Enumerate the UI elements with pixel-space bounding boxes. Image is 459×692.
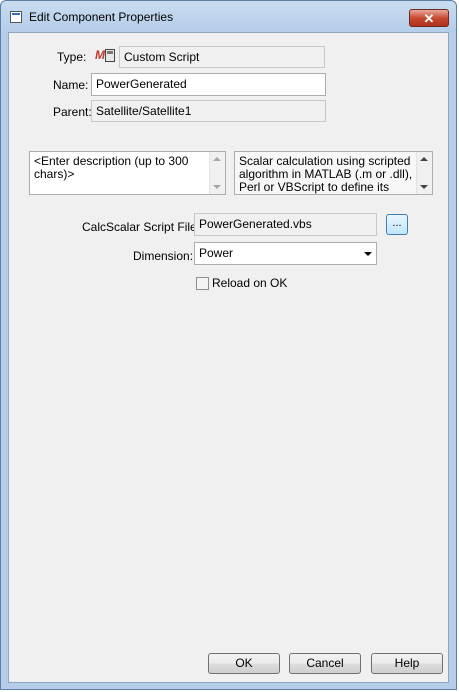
- title-bar[interactable]: Edit Component Properties ✕: [1, 1, 456, 33]
- window-title: Edit Component Properties: [29, 10, 174, 24]
- description-scrollbar[interactable]: [209, 152, 225, 194]
- reload-on-ok-label[interactable]: Reload on OK: [212, 276, 287, 290]
- browse-button[interactable]: ...: [386, 214, 408, 235]
- script-file-label: CalcScalar Script File:: [82, 220, 201, 234]
- dimension-label: Dimension:: [133, 249, 194, 263]
- name-label: Name:: [53, 78, 89, 92]
- edit-component-properties-dialog: Edit Component Properties ✕ Type: M Cust…: [0, 0, 457, 690]
- close-button[interactable]: ✕: [409, 9, 449, 27]
- help-text-scrollbar[interactable]: [416, 152, 432, 194]
- dimension-selected-value: Power: [199, 246, 234, 260]
- scroll-up-icon[interactable]: [213, 157, 221, 161]
- ok-button[interactable]: OK: [208, 653, 280, 674]
- dropdown-arrow-icon: [364, 252, 372, 256]
- reload-on-ok-checkbox[interactable]: [196, 277, 209, 290]
- cancel-button[interactable]: Cancel: [289, 653, 361, 674]
- help-button[interactable]: Help: [371, 653, 443, 674]
- component-help-text: Scalar calculation using scripted algori…: [234, 151, 433, 195]
- parent-field: Satellite/Satellite1: [91, 100, 326, 122]
- parent-label: Parent:: [53, 105, 92, 119]
- window-icon: [10, 11, 22, 23]
- dimension-select[interactable]: Power: [194, 242, 377, 265]
- description-placeholder: <Enter description (up to 300 chars)>: [34, 154, 189, 181]
- scroll-down-icon[interactable]: [420, 185, 428, 189]
- help-text: Scalar calculation using scripted algori…: [239, 154, 413, 195]
- script-component-icon: M: [95, 48, 119, 64]
- name-input[interactable]: PowerGenerated: [91, 73, 326, 96]
- script-file-field: PowerGenerated.vbs: [194, 213, 377, 236]
- type-label: Type:: [57, 50, 87, 64]
- scroll-down-icon[interactable]: [213, 185, 221, 189]
- type-field: Custom Script: [119, 46, 325, 68]
- dialog-body: Type: M Custom Script Name: PowerGenerat…: [8, 32, 449, 683]
- description-textarea[interactable]: <Enter description (up to 300 chars)>: [29, 151, 226, 195]
- scroll-up-icon[interactable]: [420, 157, 428, 161]
